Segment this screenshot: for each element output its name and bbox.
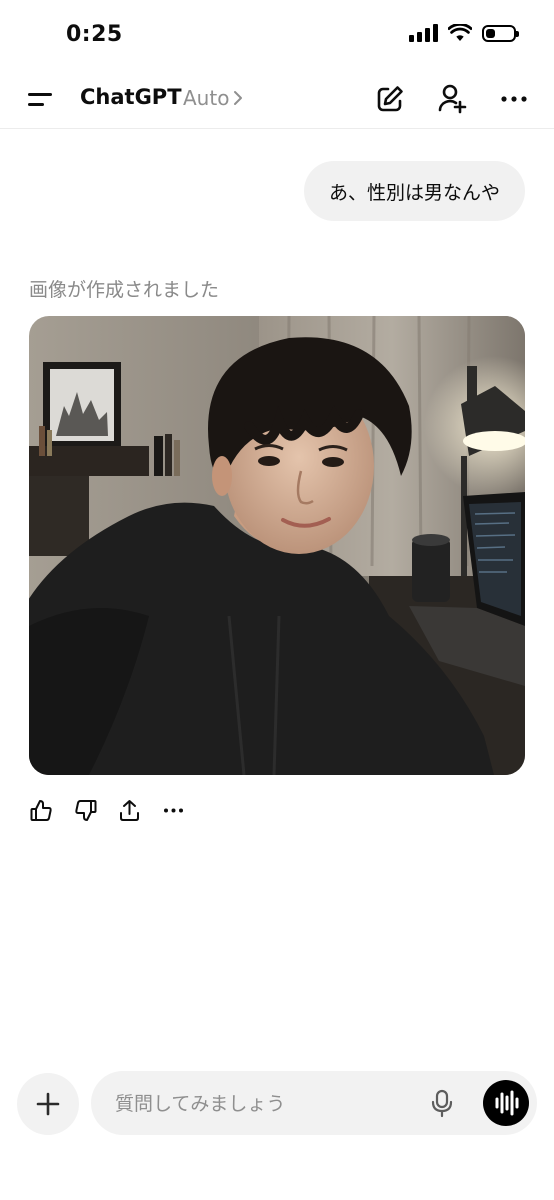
model-label: Auto — [183, 86, 230, 110]
battery-icon — [482, 24, 519, 42]
generated-portrait-image — [29, 316, 525, 775]
status-icons — [409, 24, 519, 42]
chevron-right-icon — [234, 91, 243, 105]
app-title: ChatGPT — [80, 85, 182, 109]
app-header: ChatGPT Auto — [0, 72, 554, 129]
message-input[interactable] — [113, 1071, 417, 1137]
status-time: 0:25 — [66, 22, 123, 47]
message-actions — [29, 798, 186, 823]
ellipsis-icon[interactable] — [497, 82, 531, 116]
share-icon[interactable] — [117, 798, 142, 823]
wifi-icon — [448, 24, 472, 41]
plus-icon — [36, 1092, 60, 1116]
voice-mode-button[interactable] — [483, 1080, 529, 1126]
battery-level — [486, 28, 496, 38]
voice-waveform-icon — [495, 1090, 519, 1116]
generated-image[interactable] — [29, 316, 525, 775]
status-bar: 0:25 — [0, 0, 554, 72]
image-caption: 画像が作成されました — [29, 279, 220, 301]
ellipsis-icon[interactable] — [161, 798, 186, 823]
thumbs-up-icon[interactable] — [29, 798, 54, 823]
attach-button[interactable] — [17, 1073, 79, 1135]
microphone-icon[interactable] — [427, 1088, 457, 1118]
user-message-bubble: あ、性別は男なんや — [303, 161, 525, 221]
compose-icon[interactable] — [373, 82, 407, 116]
model-selector[interactable]: Auto — [183, 86, 243, 110]
user-message-text: あ、性別は男なんや — [328, 181, 500, 204]
thumbs-down-icon[interactable] — [73, 798, 98, 823]
cellular-signal-icon — [409, 24, 438, 42]
message-composer — [91, 1071, 537, 1137]
add-person-icon[interactable] — [435, 82, 469, 116]
menu-icon[interactable] — [22, 84, 56, 116]
